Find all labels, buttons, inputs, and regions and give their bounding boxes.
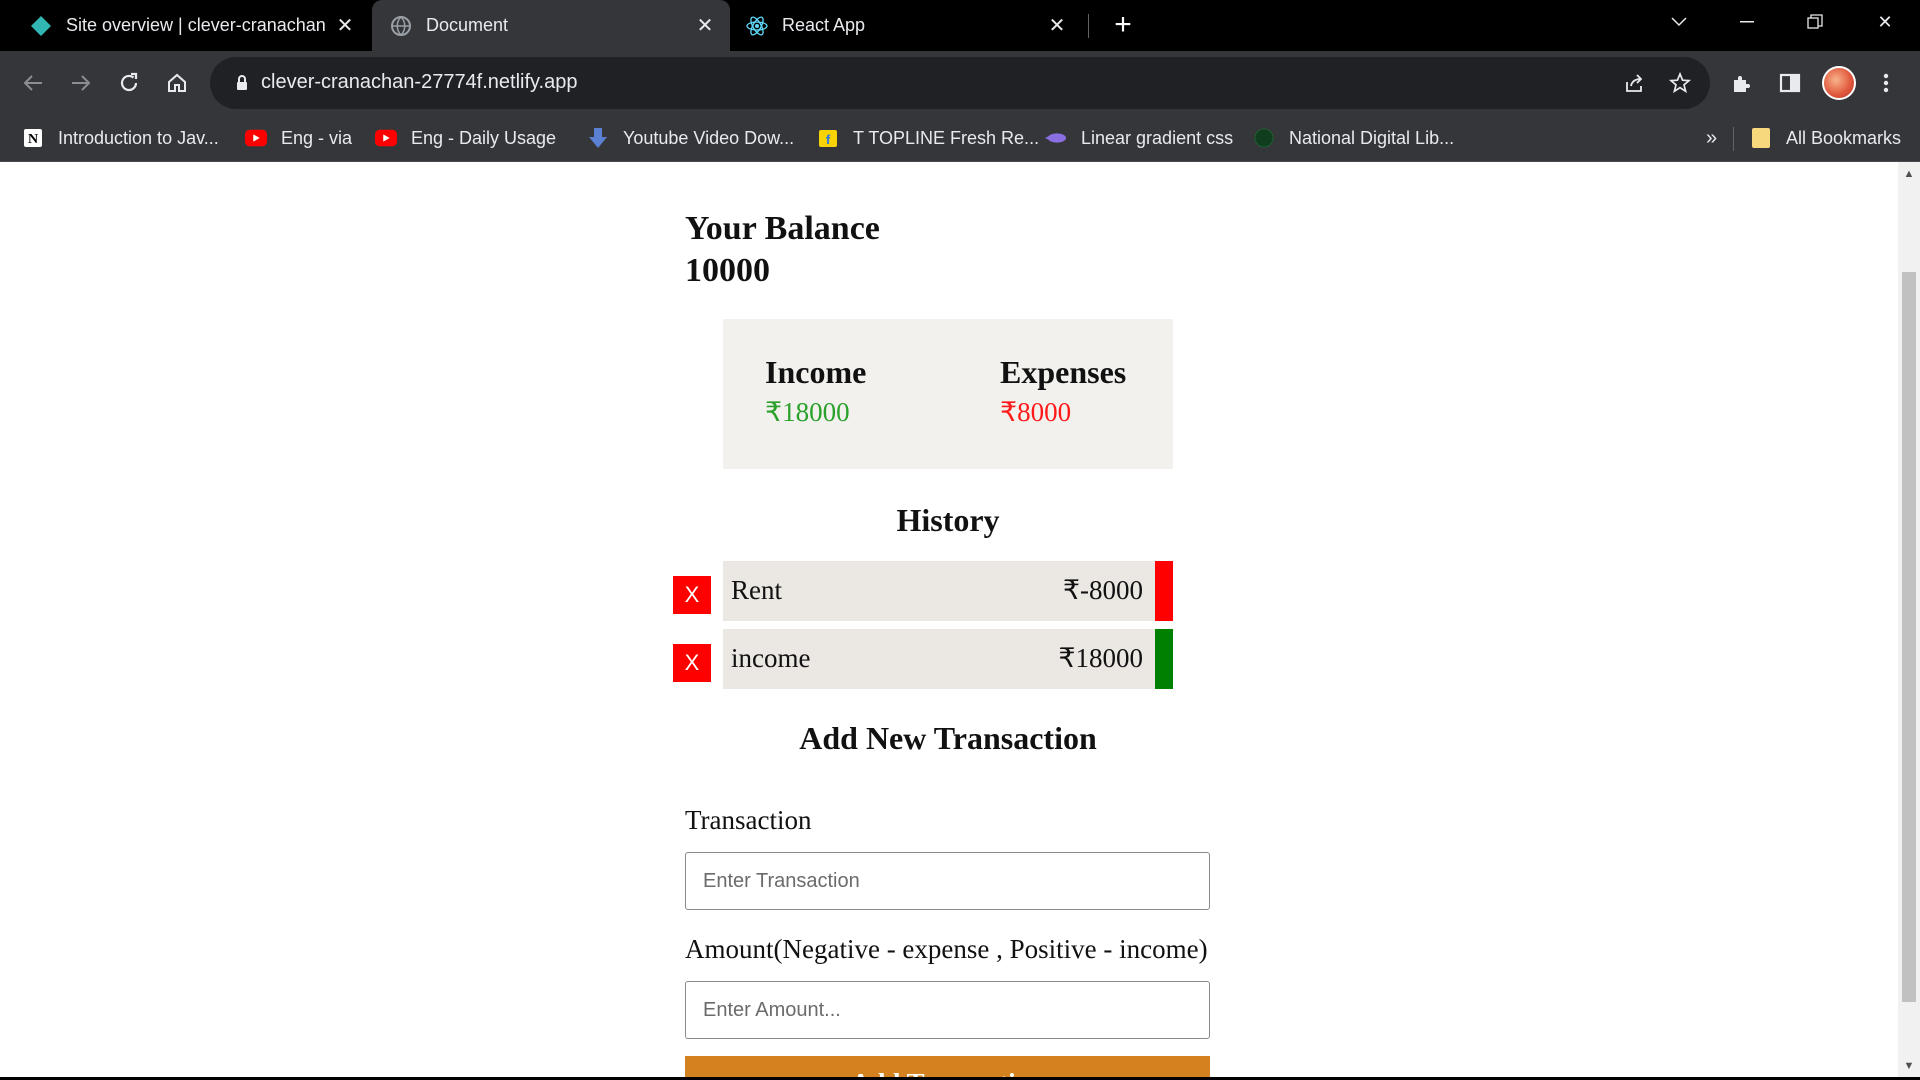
close-window-icon[interactable]: ✕ [1856, 0, 1914, 44]
side-panel-icon[interactable] [1770, 63, 1810, 103]
gradient-icon [1045, 127, 1067, 149]
page-scrollbar[interactable]: ▲ ▼ [1898, 162, 1920, 1077]
history-description: Rent [731, 575, 782, 605]
bookmarks-separator [1733, 127, 1734, 151]
navigation-bar: clever-cranachan-27774f.netlify.app [0, 51, 1920, 115]
bookmark-topline[interactable]: f T TOPLINE Fresh Re... [817, 123, 1039, 153]
all-bookmarks-button[interactable]: All Bookmarks [1750, 123, 1901, 153]
bookmark-national-digital[interactable]: National Digital Lib... [1253, 123, 1454, 153]
balance-label: Your Balance [685, 210, 880, 247]
globe-icon [1253, 127, 1275, 149]
amount-input[interactable] [685, 981, 1210, 1039]
all-bookmarks-label: All Bookmarks [1786, 127, 1902, 148]
folder-icon [1750, 127, 1772, 149]
bookmark-youtube-download[interactable]: Youtube Video Dow... [587, 123, 794, 153]
bookmark-eng-daily[interactable]: Eng - Daily Usage [375, 123, 556, 153]
scroll-up-icon[interactable]: ▲ [1903, 168, 1915, 180]
tab-title: Document [426, 15, 509, 35]
history-description: income [731, 643, 811, 673]
add-transaction-button[interactable]: Add Transaction [685, 1056, 1210, 1077]
url-text[interactable]: clever-cranachan-27774f.netlify.app [261, 71, 577, 94]
tab-strip: Site overview | clever-cranachan ✕ Docum… [0, 0, 1920, 51]
download-icon [587, 127, 609, 149]
scrollbar-thumb[interactable] [1902, 272, 1916, 1002]
youtube-icon [245, 127, 267, 149]
income-column: Income ₹18000 [765, 354, 866, 428]
bookmark-introduction[interactable]: N Introduction to Jav... [22, 123, 219, 153]
tab-site-overview[interactable]: Site overview | clever-cranachan ✕ [0, 0, 370, 51]
transaction-input[interactable] [685, 852, 1210, 910]
back-icon[interactable] [13, 63, 53, 103]
close-tab-icon[interactable]: ✕ [1042, 11, 1072, 41]
bookmark-label: Eng - via [281, 127, 353, 148]
delete-transaction-button[interactable]: X [673, 644, 711, 682]
balance-value: 10000 [685, 252, 770, 289]
menu-icon[interactable] [1866, 63, 1906, 103]
close-tab-icon[interactable]: ✕ [330, 11, 360, 41]
react-icon [746, 15, 768, 37]
profile-avatar[interactable] [1822, 66, 1856, 100]
income-expense-card: Income ₹18000 Expenses ₹8000 [723, 319, 1173, 469]
history-item: income ₹18000 [723, 629, 1173, 689]
bookmark-eng-via[interactable]: Eng - via [245, 123, 352, 153]
bookmark-label: National Digital Lib... [1289, 127, 1455, 148]
add-transaction-title: Add New Transaction [799, 720, 1097, 756]
star-icon[interactable] [1664, 67, 1696, 99]
bookmark-label: Introduction to Jav... [58, 127, 219, 148]
reload-icon[interactable] [109, 63, 149, 103]
income-label: Income [765, 354, 867, 390]
expense-value: ₹8000 [1000, 397, 1072, 427]
history-item: Rent ₹-8000 [723, 561, 1173, 621]
youtube-icon [375, 127, 397, 149]
tab-separator [1088, 14, 1089, 38]
history-amount: ₹-8000 [1062, 575, 1143, 605]
delete-transaction-button[interactable]: X [673, 576, 711, 614]
bookmarks-overflow-button[interactable]: » [1706, 123, 1717, 153]
forward-icon[interactable] [61, 63, 101, 103]
expense-indicator [1155, 561, 1173, 621]
history-amount: ₹18000 [1058, 643, 1143, 673]
svg-text:N: N [28, 132, 38, 147]
expense-label: Expenses [1000, 354, 1127, 390]
amount-label: Amount(Negative - expense , Positive - i… [685, 934, 1208, 964]
svg-text:f: f [826, 132, 831, 147]
tab-react-app[interactable]: React App ✕ [732, 0, 1082, 51]
flipkart-icon: f [817, 127, 839, 149]
close-tab-icon[interactable]: ✕ [690, 11, 720, 41]
history-title: History [896, 502, 1000, 538]
page-viewport: Your Balance 10000 Income ₹18000 Expense… [0, 162, 1898, 1077]
income-value: ₹18000 [765, 397, 850, 427]
bookmark-label: Youtube Video Dow... [623, 127, 795, 148]
income-indicator [1155, 629, 1173, 689]
bookmark-label: T TOPLINE Fresh Re... [853, 127, 1040, 148]
minimize-icon[interactable] [1718, 0, 1776, 44]
address-bar[interactable]: clever-cranachan-27774f.netlify.app [210, 57, 1710, 109]
netlify-icon [30, 15, 52, 37]
home-icon[interactable] [157, 63, 197, 103]
expense-column: Expenses ₹8000 [1000, 354, 1126, 428]
bookmark-label: Linear gradient css [1081, 127, 1234, 148]
globe-icon [390, 15, 412, 37]
restore-icon[interactable] [1786, 0, 1844, 44]
tab-title: Site overview | clever-cranachan [66, 15, 326, 35]
notion-icon: N [22, 127, 44, 149]
share-icon[interactable] [1618, 67, 1650, 99]
extensions-icon[interactable] [1722, 63, 1762, 103]
bookmark-linear-gradient[interactable]: Linear gradient css [1045, 123, 1233, 153]
bookmark-label: Eng - Daily Usage [411, 127, 557, 148]
new-tab-button[interactable]: + [1106, 8, 1140, 42]
transaction-label: Transaction [685, 805, 812, 835]
scroll-down-icon[interactable]: ▼ [1903, 1060, 1915, 1072]
tab-search-icon[interactable] [1650, 0, 1708, 44]
tab-title: React App [782, 15, 866, 35]
tab-document[interactable]: Document ✕ [372, 0, 730, 51]
lock-icon[interactable] [230, 71, 254, 95]
bookmarks-bar: N Introduction to Jav... Eng - via Eng -… [0, 115, 1920, 162]
